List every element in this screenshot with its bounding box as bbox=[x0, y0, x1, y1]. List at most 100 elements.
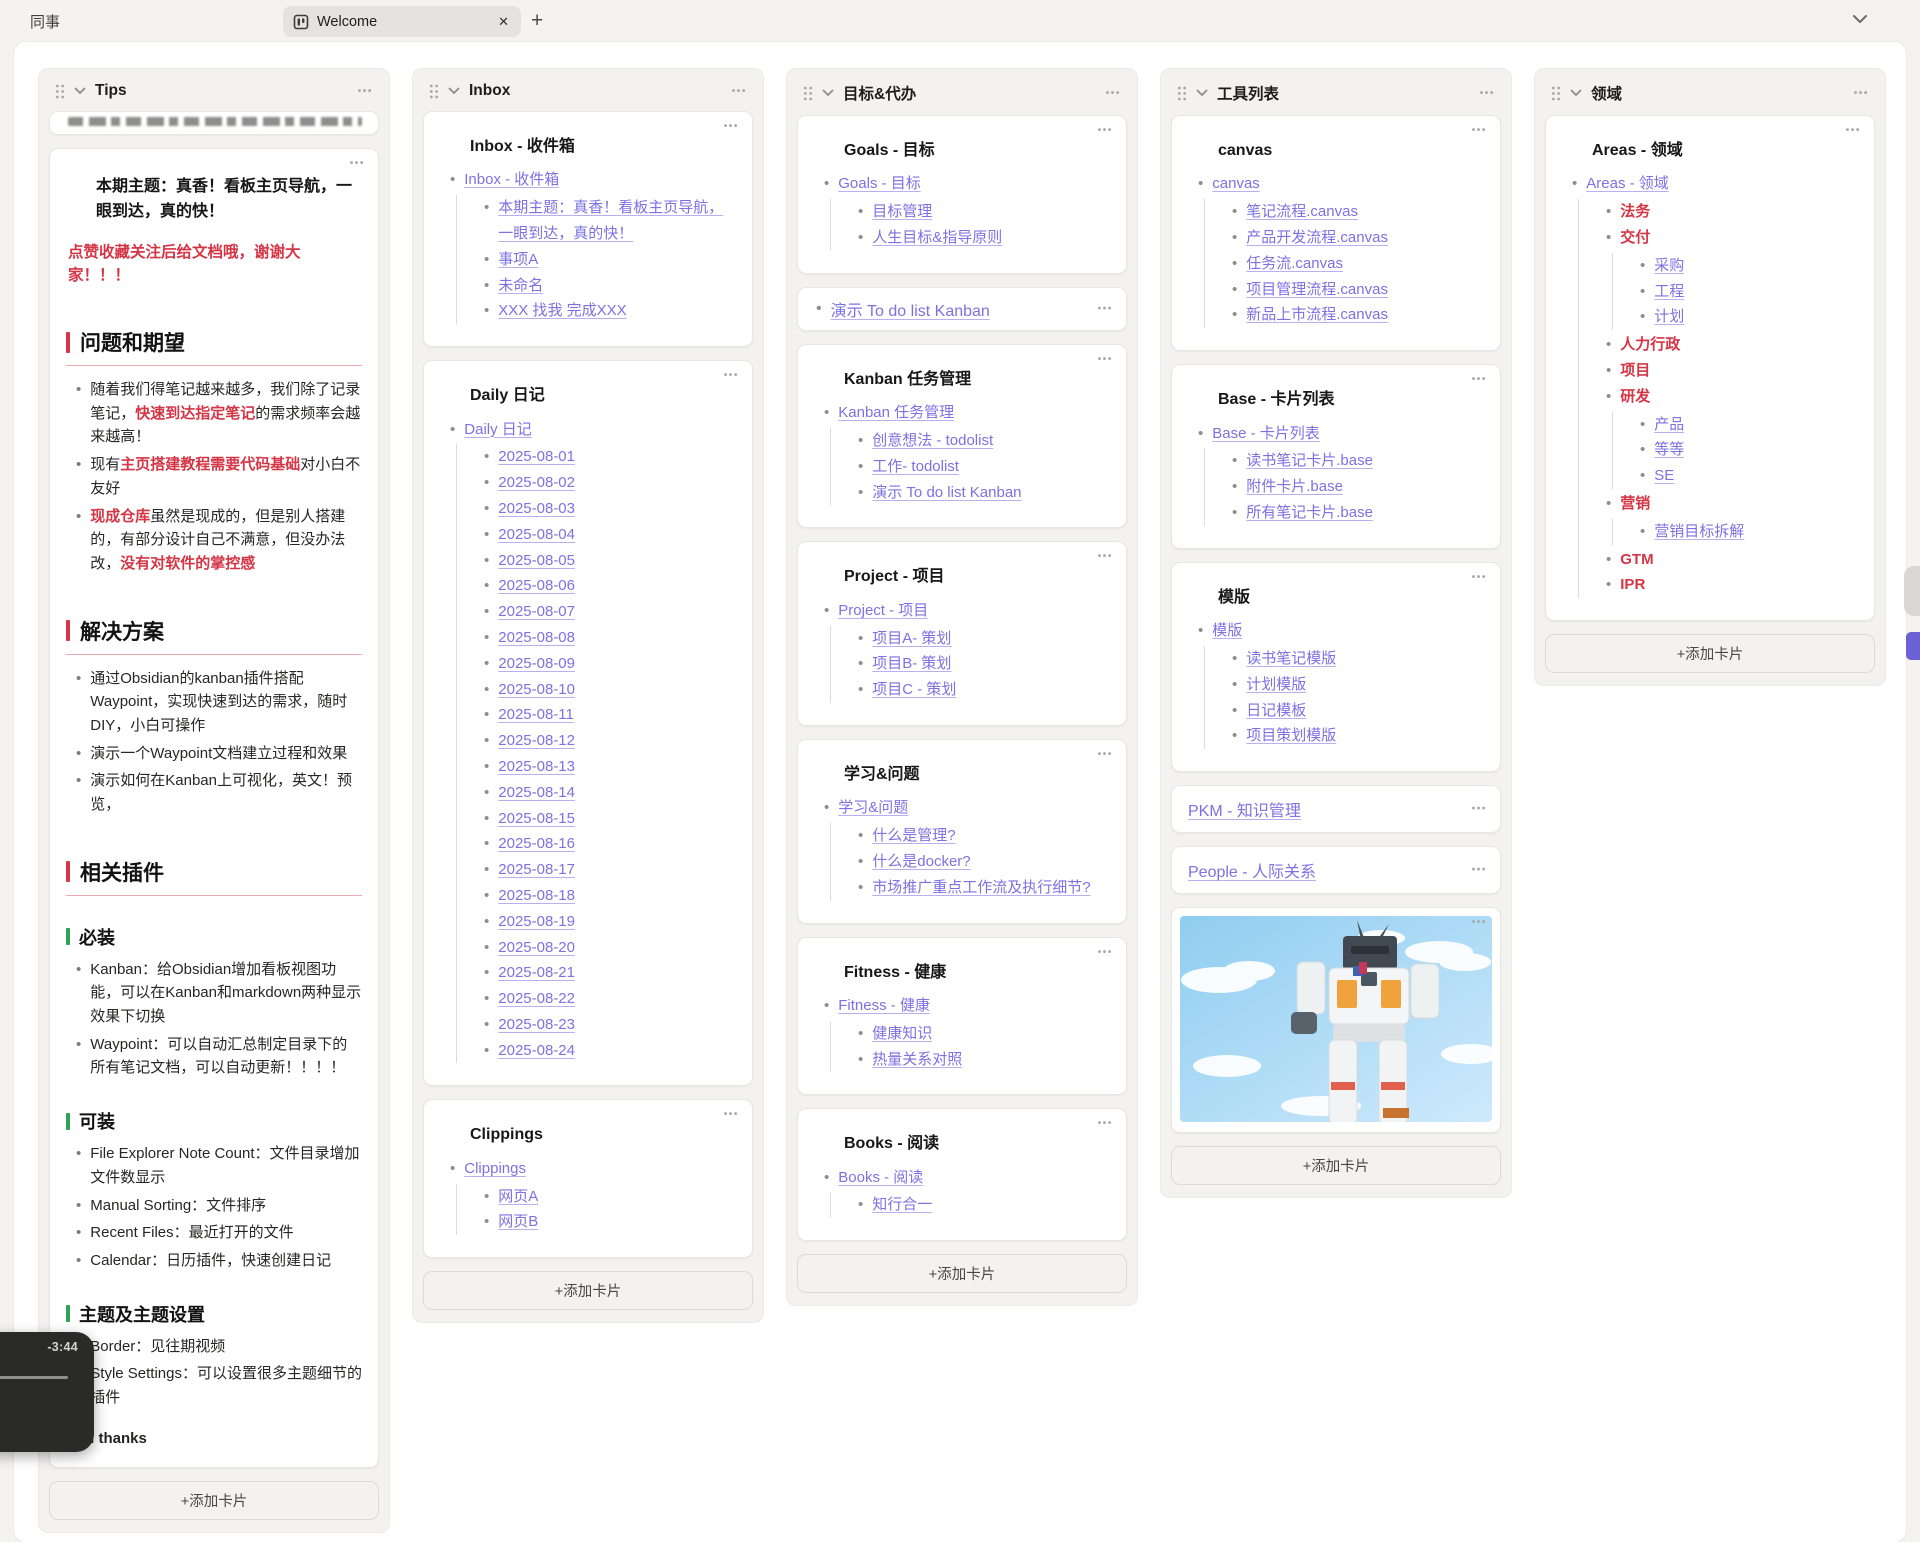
note-link[interactable]: 新品上市流程.canvas bbox=[1246, 302, 1388, 328]
collapse-chevron-icon[interactable] bbox=[74, 87, 86, 95]
note-link[interactable]: PKM - 知识管理 bbox=[1188, 797, 1301, 821]
scroll-accent[interactable] bbox=[1906, 632, 1920, 660]
drag-handle-icon[interactable] bbox=[55, 84, 65, 99]
more-icon[interactable]: ••• bbox=[1106, 88, 1121, 99]
note-card[interactable]: •••Project - 项目•Project - 项目•项目A- 策划•项目B… bbox=[797, 541, 1127, 726]
note-link[interactable]: 计划 bbox=[1654, 304, 1684, 330]
note-link[interactable]: 2025-08-13 bbox=[498, 754, 575, 780]
note-link[interactable]: 2025-08-11 bbox=[498, 702, 574, 728]
note-link[interactable]: 读书笔记模版 bbox=[1246, 646, 1336, 672]
note-link[interactable]: Books - 阅读 bbox=[838, 1165, 923, 1191]
note-link[interactable]: 2025-08-08 bbox=[498, 625, 575, 651]
link-card[interactable]: •演示 To do list Kanban••• bbox=[797, 287, 1127, 331]
note-link[interactable]: 网页B bbox=[498, 1209, 538, 1235]
note-card[interactable]: •••Areas - 领域•Areas - 领域•法务•交付•采购•工程•计划•… bbox=[1545, 115, 1875, 621]
note-link[interactable]: 演示 To do list Kanban bbox=[872, 480, 1021, 506]
note-link[interactable]: 2025-08-07 bbox=[498, 599, 575, 625]
note-card[interactable]: •••Fitness - 健康•Fitness - 健康•健康知识•热量关系对照 bbox=[797, 937, 1127, 1096]
note-link[interactable]: Areas - 领域 bbox=[1586, 171, 1669, 197]
link-card[interactable]: People - 人际关系 ••• bbox=[1171, 846, 1501, 894]
more-icon[interactable]: ••• bbox=[1472, 572, 1487, 583]
note-link[interactable]: 项目管理流程.canvas bbox=[1246, 277, 1388, 303]
note-link[interactable]: canvas bbox=[1212, 171, 1260, 197]
note-card[interactable]: •••Daily 日记•Daily 日记•2025-08-01•2025-08-… bbox=[423, 360, 753, 1086]
note-link[interactable]: 2025-08-10 bbox=[498, 677, 575, 703]
note-link[interactable]: 附件卡片.base bbox=[1246, 474, 1343, 500]
note-link[interactable]: 2025-08-23 bbox=[498, 1012, 575, 1038]
more-icon[interactable]: ••• bbox=[1480, 88, 1495, 99]
note-link[interactable]: 学习&问题 bbox=[838, 795, 908, 821]
note-link[interactable]: 本期主题：真香！看板主页导航，一眼到达，真的快！ bbox=[498, 195, 736, 247]
add-card-button[interactable]: +添加卡片 bbox=[797, 1254, 1127, 1293]
note-link[interactable]: 什么是docker? bbox=[872, 849, 970, 875]
note-link[interactable]: 营销目标拆解 bbox=[1654, 519, 1744, 545]
note-link[interactable]: 2025-08-21 bbox=[498, 960, 575, 986]
note-link[interactable]: 读书笔记卡片.base bbox=[1246, 448, 1373, 474]
note-link[interactable]: 2025-08-02 bbox=[498, 470, 575, 496]
more-icon[interactable]: ••• bbox=[1846, 125, 1861, 136]
note-link[interactable]: 2025-08-06 bbox=[498, 573, 575, 599]
note-card[interactable]: •••本期主题：真香！看板主页导航，一眼到达，真的快！点赞收藏关注后给文档哦，谢… bbox=[49, 148, 379, 1468]
more-icon[interactable]: ••• bbox=[1472, 865, 1487, 876]
note-link[interactable]: 2025-08-12 bbox=[498, 728, 575, 754]
note-link[interactable]: 产品 bbox=[1654, 412, 1684, 438]
note-link[interactable]: 工作- todolist bbox=[872, 454, 959, 480]
note-link[interactable]: Goals - 目标 bbox=[838, 171, 921, 197]
more-icon[interactable]: ••• bbox=[732, 86, 747, 97]
note-link[interactable]: XXX 找我 完成XXX bbox=[498, 298, 626, 324]
note-link[interactable]: 未命名 bbox=[498, 273, 543, 299]
add-card-button[interactable]: +添加卡片 bbox=[1545, 634, 1875, 673]
note-link[interactable]: 人生目标&指导原则 bbox=[872, 225, 1002, 251]
add-card-button[interactable]: +添加卡片 bbox=[1171, 1146, 1501, 1185]
note-card[interactable]: •••模版•模版•读书笔记模版•计划模版•日记模板•项目策划模版 bbox=[1171, 562, 1501, 772]
note-link[interactable]: 项目策划模版 bbox=[1246, 723, 1336, 749]
more-icon[interactable]: ••• bbox=[1098, 749, 1113, 760]
note-link[interactable]: 2025-08-03 bbox=[498, 496, 575, 522]
collapse-chevron-icon[interactable] bbox=[448, 87, 460, 95]
note-link[interactable]: 热量关系对照 bbox=[872, 1047, 962, 1073]
scrollbar-thumb[interactable] bbox=[1904, 566, 1920, 616]
note-card[interactable]: •••Goals - 目标•Goals - 目标•目标管理•人生目标&指导原则 bbox=[797, 115, 1127, 274]
note-link[interactable]: People - 人际关系 bbox=[1188, 858, 1316, 882]
image-card[interactable]: ••• bbox=[1171, 907, 1501, 1133]
note-link[interactable]: 2025-08-20 bbox=[498, 935, 575, 961]
note-link[interactable]: 项目B- 策划 bbox=[872, 651, 951, 677]
note-card[interactable]: •••Inbox - 收件箱•Inbox - 收件箱•本期主题：真香！看板主页导… bbox=[423, 111, 753, 347]
note-link[interactable]: 2025-08-05 bbox=[498, 548, 575, 574]
link-card[interactable]: PKM - 知识管理••• bbox=[1171, 785, 1501, 833]
note-link[interactable]: Fitness - 健康 bbox=[838, 993, 930, 1019]
note-link[interactable]: 2025-08-09 bbox=[498, 651, 575, 677]
more-icon[interactable]: ••• bbox=[1098, 551, 1113, 562]
tab-welcome[interactable]: Welcome ✕ bbox=[283, 6, 521, 37]
note-link[interactable]: 模版 bbox=[1212, 618, 1242, 644]
note-link[interactable]: 2025-08-22 bbox=[498, 986, 575, 1012]
drag-handle-icon[interactable] bbox=[429, 84, 439, 99]
more-icon[interactable]: ••• bbox=[1098, 354, 1113, 365]
note-link[interactable]: 2025-08-04 bbox=[498, 522, 575, 548]
note-link[interactable]: 2025-08-16 bbox=[498, 831, 575, 857]
note-link[interactable]: 目标管理 bbox=[872, 199, 932, 225]
note-link[interactable]: 等等 bbox=[1654, 437, 1684, 463]
note-card[interactable]: •••canvas•canvas•笔记流程.canvas•产品开发流程.canv… bbox=[1171, 115, 1501, 351]
note-link[interactable]: 任务流.canvas bbox=[1246, 251, 1343, 277]
note-link[interactable]: SE bbox=[1654, 463, 1674, 489]
note-card[interactable]: •••Base - 卡片列表•Base - 卡片列表•读书笔记卡片.base•附… bbox=[1171, 364, 1501, 549]
drag-handle-icon[interactable] bbox=[1551, 86, 1561, 101]
note-link[interactable]: 2025-08-15 bbox=[498, 806, 575, 832]
note-link[interactable]: 产品开发流程.canvas bbox=[1246, 225, 1388, 251]
note-link[interactable]: Base - 卡片列表 bbox=[1212, 421, 1320, 447]
more-icon[interactable]: ••• bbox=[350, 158, 365, 169]
more-icon[interactable]: ••• bbox=[1098, 303, 1113, 314]
note-card[interactable]: •••学习&问题•学习&问题•什么是管理?•什么是docker?•市场推广重点工… bbox=[797, 739, 1127, 924]
more-icon[interactable]: ••• bbox=[724, 1109, 739, 1120]
more-icon[interactable]: ••• bbox=[1098, 1118, 1113, 1129]
more-icon[interactable]: ••• bbox=[724, 370, 739, 381]
add-card-button[interactable]: +添加卡片 bbox=[49, 1481, 379, 1520]
add-card-button[interactable]: +添加卡片 bbox=[423, 1271, 753, 1310]
drag-handle-icon[interactable] bbox=[1177, 86, 1187, 101]
more-icon[interactable]: ••• bbox=[1098, 125, 1113, 136]
note-link[interactable]: 2025-08-18 bbox=[498, 883, 575, 909]
note-link[interactable]: 创意想法 - todolist bbox=[872, 428, 993, 454]
note-link[interactable]: 笔记流程.canvas bbox=[1246, 199, 1358, 225]
more-icon[interactable]: ••• bbox=[1854, 88, 1869, 99]
